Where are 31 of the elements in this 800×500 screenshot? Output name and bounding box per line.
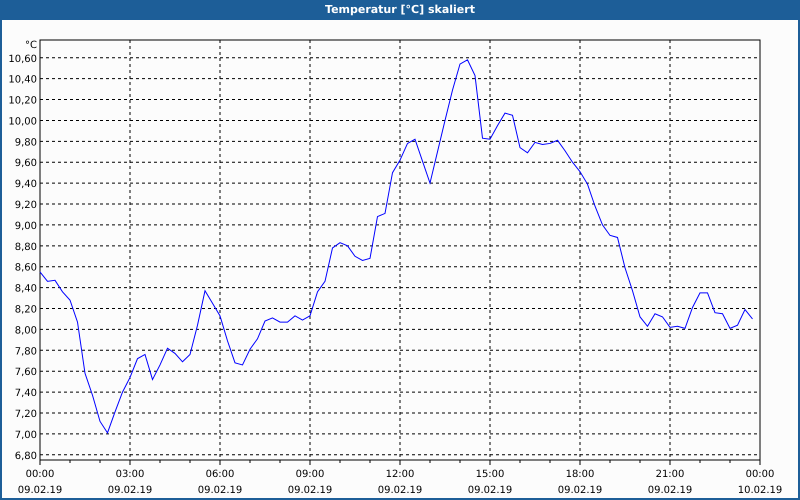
y-tick-label: 9,20 [14, 200, 37, 212]
x-tick-label: 03:00 09.02.19 [108, 469, 152, 496]
y-tick-label: 9,80 [14, 137, 37, 148]
window-title: Temperatur [°C] skaliert [324, 2, 476, 18]
y-tick-label: 10,20 [8, 96, 37, 107]
y-tick-label: 7,00 [14, 430, 37, 441]
y-tick-label: 10,40 [8, 74, 37, 86]
y-tick-label: 8,60 [14, 262, 37, 274]
x-tick-label: 21:00 09.02.19 [648, 469, 692, 496]
y-tick-label: 8,20 [14, 304, 37, 316]
x-tick-label: 06:00 09.02.19 [198, 469, 242, 496]
y-tick-label: 8,00 [14, 325, 37, 336]
x-tick-label: 00:00 09.02.19 [18, 469, 62, 496]
y-tick-label: 9,00 [14, 220, 37, 232]
y-tick-label: 6,80 [14, 450, 37, 462]
x-tick-label: 15:00 09.02.19 [468, 469, 512, 496]
y-tick-label: 7,40 [14, 388, 37, 400]
x-tick-label: 00:00 10.02.19 [738, 469, 782, 496]
y-tick-label: 8,80 [14, 242, 37, 253]
x-tick-label: 18:00 09.02.19 [558, 469, 602, 496]
y-tick-label: 7,20 [14, 408, 37, 420]
y-axis-unit: °C [25, 40, 37, 51]
x-tick-label: 12:00 09.02.19 [378, 469, 422, 496]
x-tick-label: 09:00 09.02.19 [288, 469, 332, 496]
y-tick-label: 8,40 [14, 284, 37, 295]
y-tick-label: 9,60 [14, 158, 37, 170]
y-tick-label: 10,60 [8, 54, 37, 65]
y-tick-label: 7,60 [14, 367, 37, 378]
y-tick-label: 10,00 [8, 116, 37, 128]
y-tick-label: 9,40 [14, 179, 37, 190]
y-tick-label: 7,80 [14, 346, 37, 358]
